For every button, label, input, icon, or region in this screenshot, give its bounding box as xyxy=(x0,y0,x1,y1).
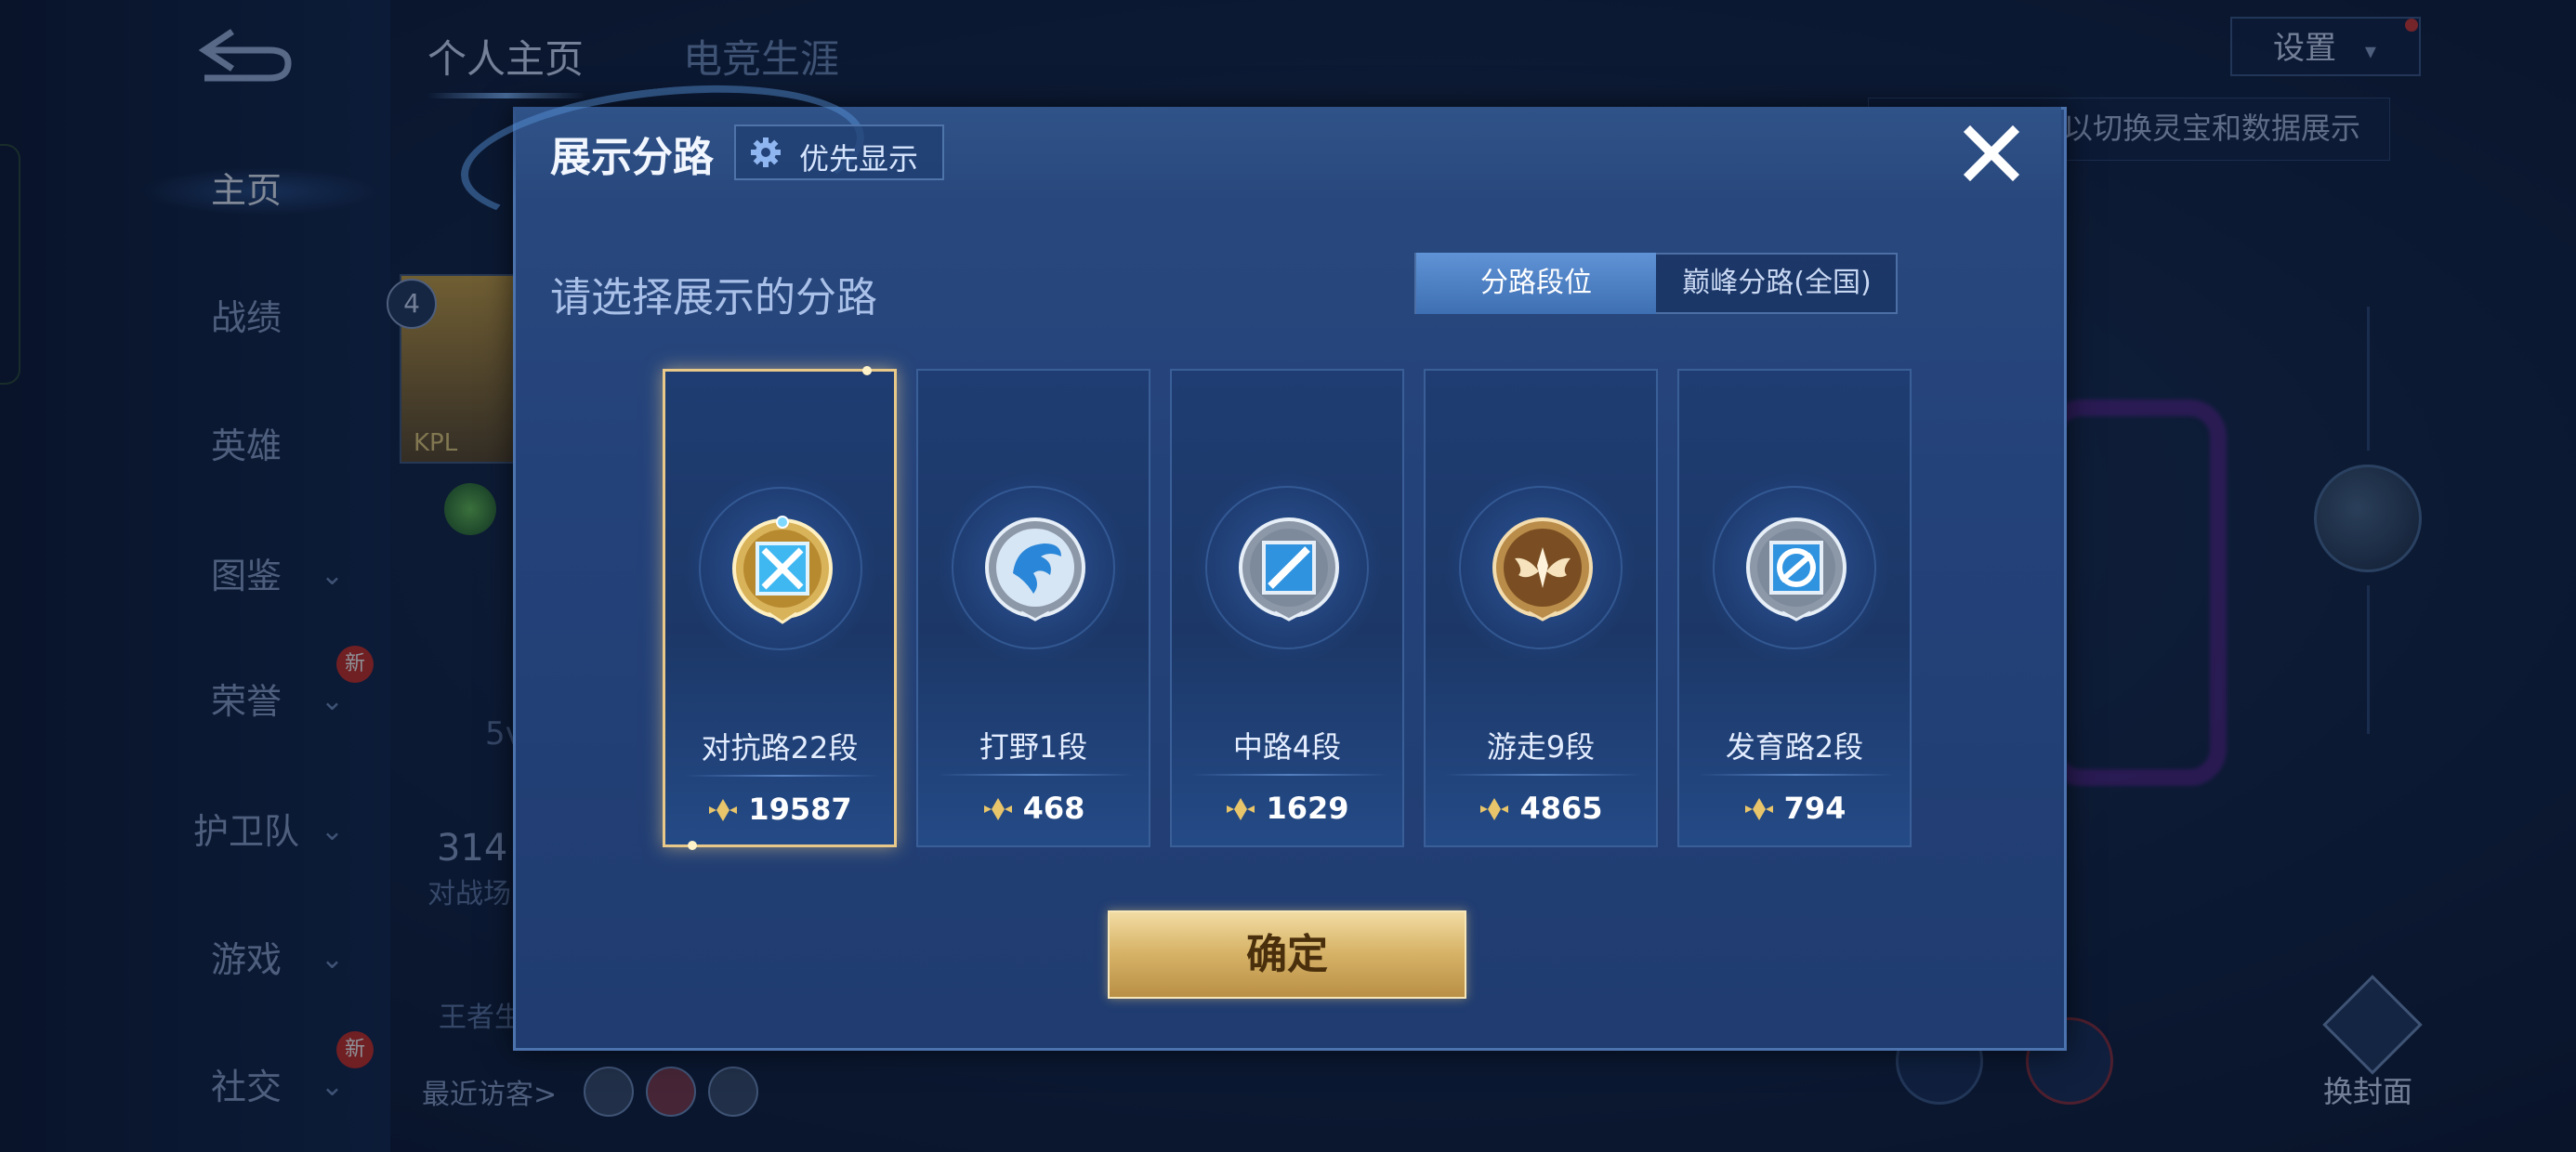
priority-display-label: 优先显示 xyxy=(799,141,919,177)
rank-points-icon xyxy=(1744,798,1773,820)
rank-points-icon xyxy=(709,799,738,821)
lane-card-farm[interactable]: 发育路2段 794 xyxy=(1677,369,1912,847)
divider xyxy=(1698,774,1895,776)
top-lane-medal-icon xyxy=(732,516,833,624)
gear-icon xyxy=(751,137,781,167)
close-icon[interactable] xyxy=(1959,121,2024,186)
lane-score: 1629 xyxy=(1172,791,1402,826)
lane-score: 4865 xyxy=(1426,791,1656,826)
lane-label: 游走9段 xyxy=(1486,729,1596,765)
rank-points-icon xyxy=(983,798,1012,820)
segment-peak-lane[interactable]: 巅峰分路(全国) xyxy=(1658,253,1896,314)
lane-label: 中路4段 xyxy=(1232,729,1342,765)
confirm-button-label: 确定 xyxy=(1246,931,1328,978)
lane-card-roam[interactable]: 游走9段 4865 xyxy=(1424,369,1658,847)
segment-lane-rank[interactable]: 分路段位 xyxy=(1416,253,1656,314)
divider xyxy=(1444,774,1641,776)
selection-sparkle xyxy=(688,841,697,850)
dialog-subtitle: 请选择展示的分路 xyxy=(550,274,877,321)
lane-score: 468 xyxy=(918,791,1149,826)
lane-score: 19587 xyxy=(665,792,894,827)
farm-lane-medal-icon xyxy=(1746,517,1847,622)
rank-points-icon xyxy=(1227,798,1255,820)
divider xyxy=(937,774,1134,776)
divider xyxy=(1190,774,1387,776)
jungle-medal-icon xyxy=(985,517,1085,622)
lane-card-top[interactable]: 对抗路22段 19587 xyxy=(663,366,897,850)
selection-sparkle xyxy=(862,366,872,375)
lane-card-mid[interactable]: 中路4段 1629 xyxy=(1170,369,1404,847)
roam-medal-icon xyxy=(1492,517,1593,622)
divider xyxy=(684,775,881,777)
lane-label: 对抗路22段 xyxy=(701,730,859,766)
lane-card-jungle[interactable]: 打野1段 468 xyxy=(916,369,1150,847)
mid-lane-medal-icon xyxy=(1239,517,1339,622)
lane-score: 794 xyxy=(1679,791,1910,826)
dialog-title: 展示分路 xyxy=(550,134,714,181)
lane-label: 发育路2段 xyxy=(1725,729,1864,765)
lane-label: 打野1段 xyxy=(979,729,1088,765)
rank-points-icon xyxy=(1480,798,1509,820)
